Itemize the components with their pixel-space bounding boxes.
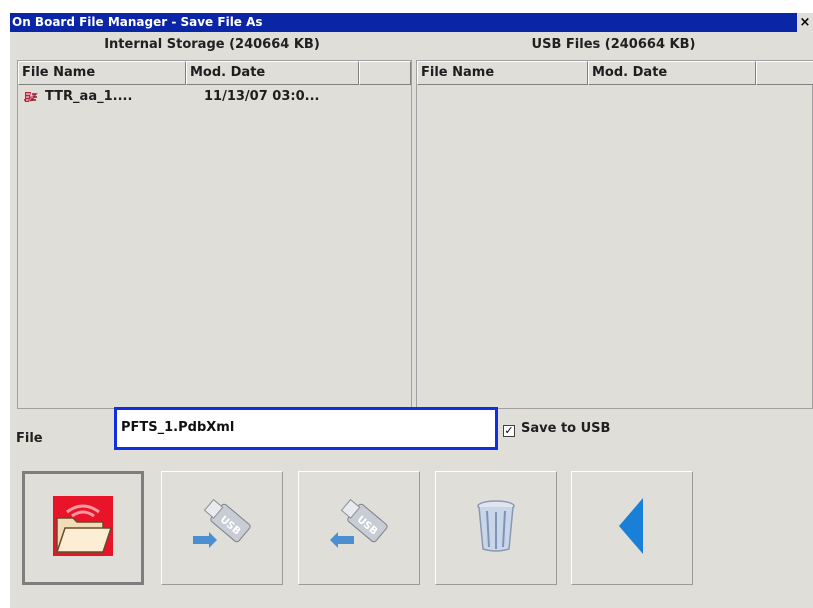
close-button[interactable]: × bbox=[797, 13, 813, 32]
file-name-input[interactable] bbox=[121, 412, 487, 442]
save-to-usb-checkbox[interactable]: ✓ bbox=[503, 425, 515, 437]
file-name-field[interactable] bbox=[114, 407, 498, 450]
usb-drive-out-icon: USB bbox=[324, 496, 394, 560]
usb-file-list[interactable]: File Name Mod. Date bbox=[416, 60, 813, 409]
back-arrow-icon bbox=[617, 496, 647, 560]
internal-col-mod-date[interactable]: Mod. Date bbox=[186, 61, 359, 85]
open-folder-button[interactable] bbox=[22, 471, 144, 585]
list-item[interactable]: 𝒜 TTR_aa_1.... 11/13/07 03:0... bbox=[18, 87, 411, 107]
trash-icon bbox=[474, 499, 518, 557]
file-name: TTR_aa_1.... bbox=[45, 89, 133, 104]
copy-from-usb-button[interactable]: USB bbox=[298, 471, 420, 585]
delete-button[interactable] bbox=[435, 471, 557, 585]
internal-col-file-name[interactable]: File Name bbox=[18, 61, 186, 85]
folder-icon bbox=[53, 496, 113, 560]
back-button[interactable] bbox=[571, 471, 693, 585]
file-manager-window: On Board File Manager - Save File As × I… bbox=[10, 13, 813, 608]
internal-storage-header: Internal Storage (240664 KB) bbox=[104, 37, 320, 52]
file-label: File bbox=[16, 431, 43, 446]
copy-to-usb-button[interactable]: USB bbox=[161, 471, 283, 585]
file-mod-date: 11/13/07 03:0... bbox=[204, 89, 320, 104]
title-bar[interactable]: On Board File Manager - Save File As × bbox=[10, 13, 813, 32]
usb-col-extra[interactable] bbox=[756, 61, 813, 85]
check-icon: ✓ bbox=[504, 424, 514, 437]
close-icon: × bbox=[799, 15, 811, 30]
window-title: On Board File Manager - Save File As bbox=[12, 15, 263, 29]
usb-col-file-name[interactable]: File Name bbox=[417, 61, 588, 85]
ttr-file-icon: 𝒜 bbox=[23, 90, 42, 104]
internal-col-extra[interactable] bbox=[359, 61, 411, 85]
usb-files-header: USB Files (240664 KB) bbox=[531, 37, 696, 52]
usb-col-mod-date[interactable]: Mod. Date bbox=[588, 61, 756, 85]
usb-drive-in-icon: USB bbox=[187, 496, 257, 560]
internal-file-list[interactable]: File Name Mod. Date 𝒜 TTR_aa_1.... 11/13… bbox=[17, 60, 412, 409]
save-to-usb-label[interactable]: Save to USB bbox=[521, 421, 610, 436]
